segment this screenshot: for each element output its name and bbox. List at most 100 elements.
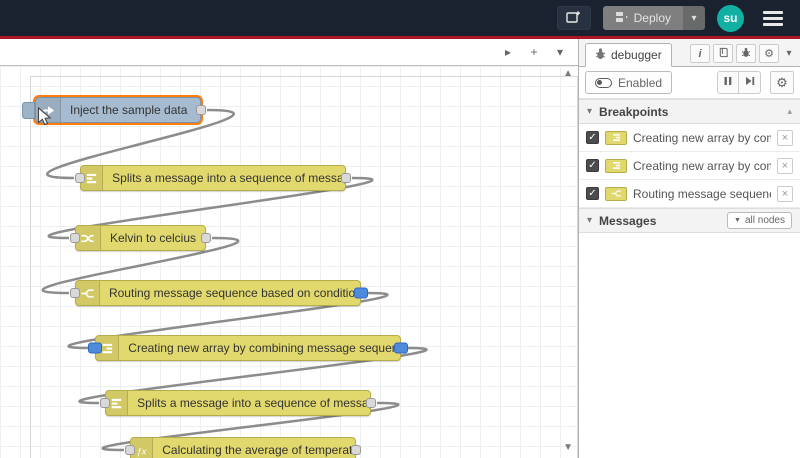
add-flow-button[interactable]: + bbox=[522, 41, 546, 63]
breakpoint-row[interactable]: ✓ Routing message sequence based on condi… bbox=[579, 180, 800, 208]
output-port[interactable] bbox=[366, 398, 376, 408]
node-red-app: Deploy ▾ su ▸ + ▾ Inject the sample data… bbox=[0, 0, 800, 458]
deploy-icon bbox=[615, 11, 628, 26]
input-port[interactable] bbox=[70, 233, 80, 243]
breakpoint-node-icon bbox=[605, 186, 627, 201]
split-icon bbox=[111, 398, 122, 408]
flow-node-split[interactable]: Splits a message into a sequence of mess… bbox=[100, 390, 376, 416]
workspace: ▸ + ▾ Inject the sample data Splits a mes… bbox=[0, 39, 800, 458]
filter-icon: ▼ bbox=[734, 217, 741, 224]
flow-canvas-area: ▸ + ▾ Inject the sample data Splits a mes… bbox=[0, 39, 578, 458]
breakpoint-row[interactable]: ✓ Creating new array by combining message… bbox=[579, 152, 800, 180]
svg-text:ƒx: ƒx bbox=[137, 446, 147, 456]
inject-button[interactable] bbox=[22, 102, 35, 119]
node-label: Splits a message into a sequence of mess… bbox=[112, 171, 345, 185]
scroll-top-icon[interactable]: ▴ bbox=[787, 106, 792, 117]
user-avatar[interactable]: su bbox=[717, 4, 744, 32]
flow-node-inject[interactable]: Inject the sample data bbox=[22, 97, 206, 123]
output-port[interactable] bbox=[351, 445, 361, 455]
output-port[interactable] bbox=[201, 233, 211, 243]
output-port[interactable] bbox=[196, 105, 206, 115]
breakpoint-checkbox[interactable]: ✓ bbox=[586, 159, 599, 172]
info-tab-button[interactable]: i bbox=[690, 44, 710, 63]
debugger-enabled-toggle[interactable]: Enabled bbox=[585, 71, 673, 94]
output-port[interactable] bbox=[341, 173, 351, 183]
step-button[interactable] bbox=[739, 71, 761, 94]
range-icon bbox=[81, 234, 95, 242]
node-label: Splits a message into a sequence of mess… bbox=[137, 396, 370, 410]
toggle-icon bbox=[595, 77, 612, 88]
messages-section-header[interactable]: ▾ Messages ▼ all nodes bbox=[579, 208, 800, 233]
tab-debugger[interactable]: debugger bbox=[585, 43, 672, 67]
output-port-breakpoint[interactable] bbox=[354, 287, 368, 299]
sidebar-tabs-dropdown[interactable]: ▾ bbox=[782, 48, 796, 59]
breakpoint-node-icon bbox=[605, 158, 627, 173]
debugger-tab-icon bbox=[595, 47, 606, 63]
remove-breakpoint-button[interactable]: × bbox=[777, 157, 793, 174]
input-port[interactable] bbox=[100, 398, 110, 408]
export-button[interactable] bbox=[556, 6, 591, 30]
breakpoint-checkbox[interactable]: ✓ bbox=[586, 187, 599, 200]
node-label: Calculating the average of temperature bbox=[162, 443, 355, 457]
breakpoint-label: Routing message sequence based on condit… bbox=[633, 186, 771, 201]
input-port[interactable] bbox=[125, 445, 135, 455]
message-filter-button[interactable]: ▼ all nodes bbox=[727, 212, 792, 229]
breakpoint-row[interactable]: ✓ Creating new array by combining message… bbox=[579, 124, 800, 152]
sidebar-tabs: debugger i ⚙ ▾ bbox=[579, 39, 800, 67]
canvas-scroll-up-icon[interactable]: ▲ bbox=[563, 69, 573, 79]
canvas-scroll-down-icon[interactable]: ▼ bbox=[563, 443, 573, 453]
breakpoints-section-header[interactable]: ▾ Breakpoints ▴ bbox=[579, 99, 800, 124]
main-menu-button[interactable] bbox=[756, 5, 790, 31]
node-label: Routing message sequence based on condit… bbox=[108, 286, 360, 300]
switch-icon bbox=[81, 288, 94, 298]
flow-node-function[interactable]: ƒx Calculating the average of temperature bbox=[125, 437, 361, 458]
debugger-toolbar: Enabled ⚙ bbox=[579, 67, 800, 99]
chevron-down-icon: ▾ bbox=[587, 215, 593, 226]
breakpoints-list: ✓ Creating new array by combining message… bbox=[579, 124, 800, 208]
flow-node-switch[interactable]: Routing message sequence based on condit… bbox=[70, 280, 368, 306]
remove-breakpoint-button[interactable]: × bbox=[777, 129, 793, 146]
breakpoint-checkbox[interactable]: ✓ bbox=[586, 131, 599, 144]
app-header: Deploy ▾ su bbox=[0, 0, 800, 36]
focus-flow-button[interactable]: ▸ bbox=[496, 41, 520, 63]
flow-node-join[interactable]: Creating new array by combining message … bbox=[88, 335, 408, 361]
canvas-toolbar: ▸ + ▾ bbox=[0, 39, 578, 66]
input-port[interactable] bbox=[70, 288, 80, 298]
breakpoint-label: Creating new array by combining message … bbox=[633, 158, 771, 173]
node-label: Creating new array by combining message … bbox=[128, 341, 400, 355]
book-icon bbox=[718, 47, 729, 61]
flow-list-button[interactable]: ▾ bbox=[548, 41, 572, 63]
bug-icon bbox=[741, 47, 751, 61]
function-icon: ƒx bbox=[137, 446, 147, 456]
chevron-down-icon: ▾ bbox=[587, 106, 593, 117]
flow-canvas[interactable]: Inject the sample data Splits a message i… bbox=[0, 66, 578, 458]
config-tab-button[interactable]: ⚙ bbox=[759, 44, 779, 63]
flow-node-split[interactable]: Splits a message into a sequence of mess… bbox=[75, 165, 351, 191]
debugger-settings-button[interactable]: ⚙ bbox=[770, 71, 794, 94]
breakpoint-label: Creating new array by combining message … bbox=[633, 130, 771, 145]
deploy-button[interactable]: Deploy ▾ bbox=[602, 6, 705, 30]
node-label: Kelvin to celcius bbox=[109, 231, 197, 245]
tab-label: debugger bbox=[611, 48, 662, 62]
breakpoint-node-icon bbox=[605, 130, 627, 145]
join-icon bbox=[612, 134, 620, 142]
step-icon bbox=[745, 76, 755, 89]
input-port-breakpoint[interactable] bbox=[88, 342, 102, 354]
split-icon bbox=[86, 173, 97, 183]
output-port-breakpoint[interactable] bbox=[394, 342, 408, 354]
pause-button[interactable] bbox=[717, 71, 739, 94]
node-label: Inject the sample data bbox=[70, 103, 188, 117]
hamburger-icon bbox=[763, 10, 783, 14]
remove-breakpoint-button[interactable]: × bbox=[777, 185, 793, 202]
mouse-cursor bbox=[37, 106, 52, 131]
flow-node-range[interactable]: Kelvin to celcius bbox=[70, 225, 211, 251]
breakpoints-title: Breakpoints bbox=[599, 104, 669, 119]
debugger-step-controls bbox=[717, 71, 761, 94]
debug-tab-button[interactable] bbox=[736, 44, 756, 63]
input-port[interactable] bbox=[75, 173, 85, 183]
sidebar: debugger i ⚙ ▾ Enabled ⚙ ▾ Breakpoints ▴… bbox=[578, 39, 800, 458]
deploy-options-arrow[interactable]: ▾ bbox=[683, 6, 705, 30]
export-icon bbox=[565, 10, 582, 27]
help-tab-button[interactable] bbox=[713, 44, 733, 63]
node-layer: Inject the sample data Splits a message i… bbox=[0, 66, 578, 458]
